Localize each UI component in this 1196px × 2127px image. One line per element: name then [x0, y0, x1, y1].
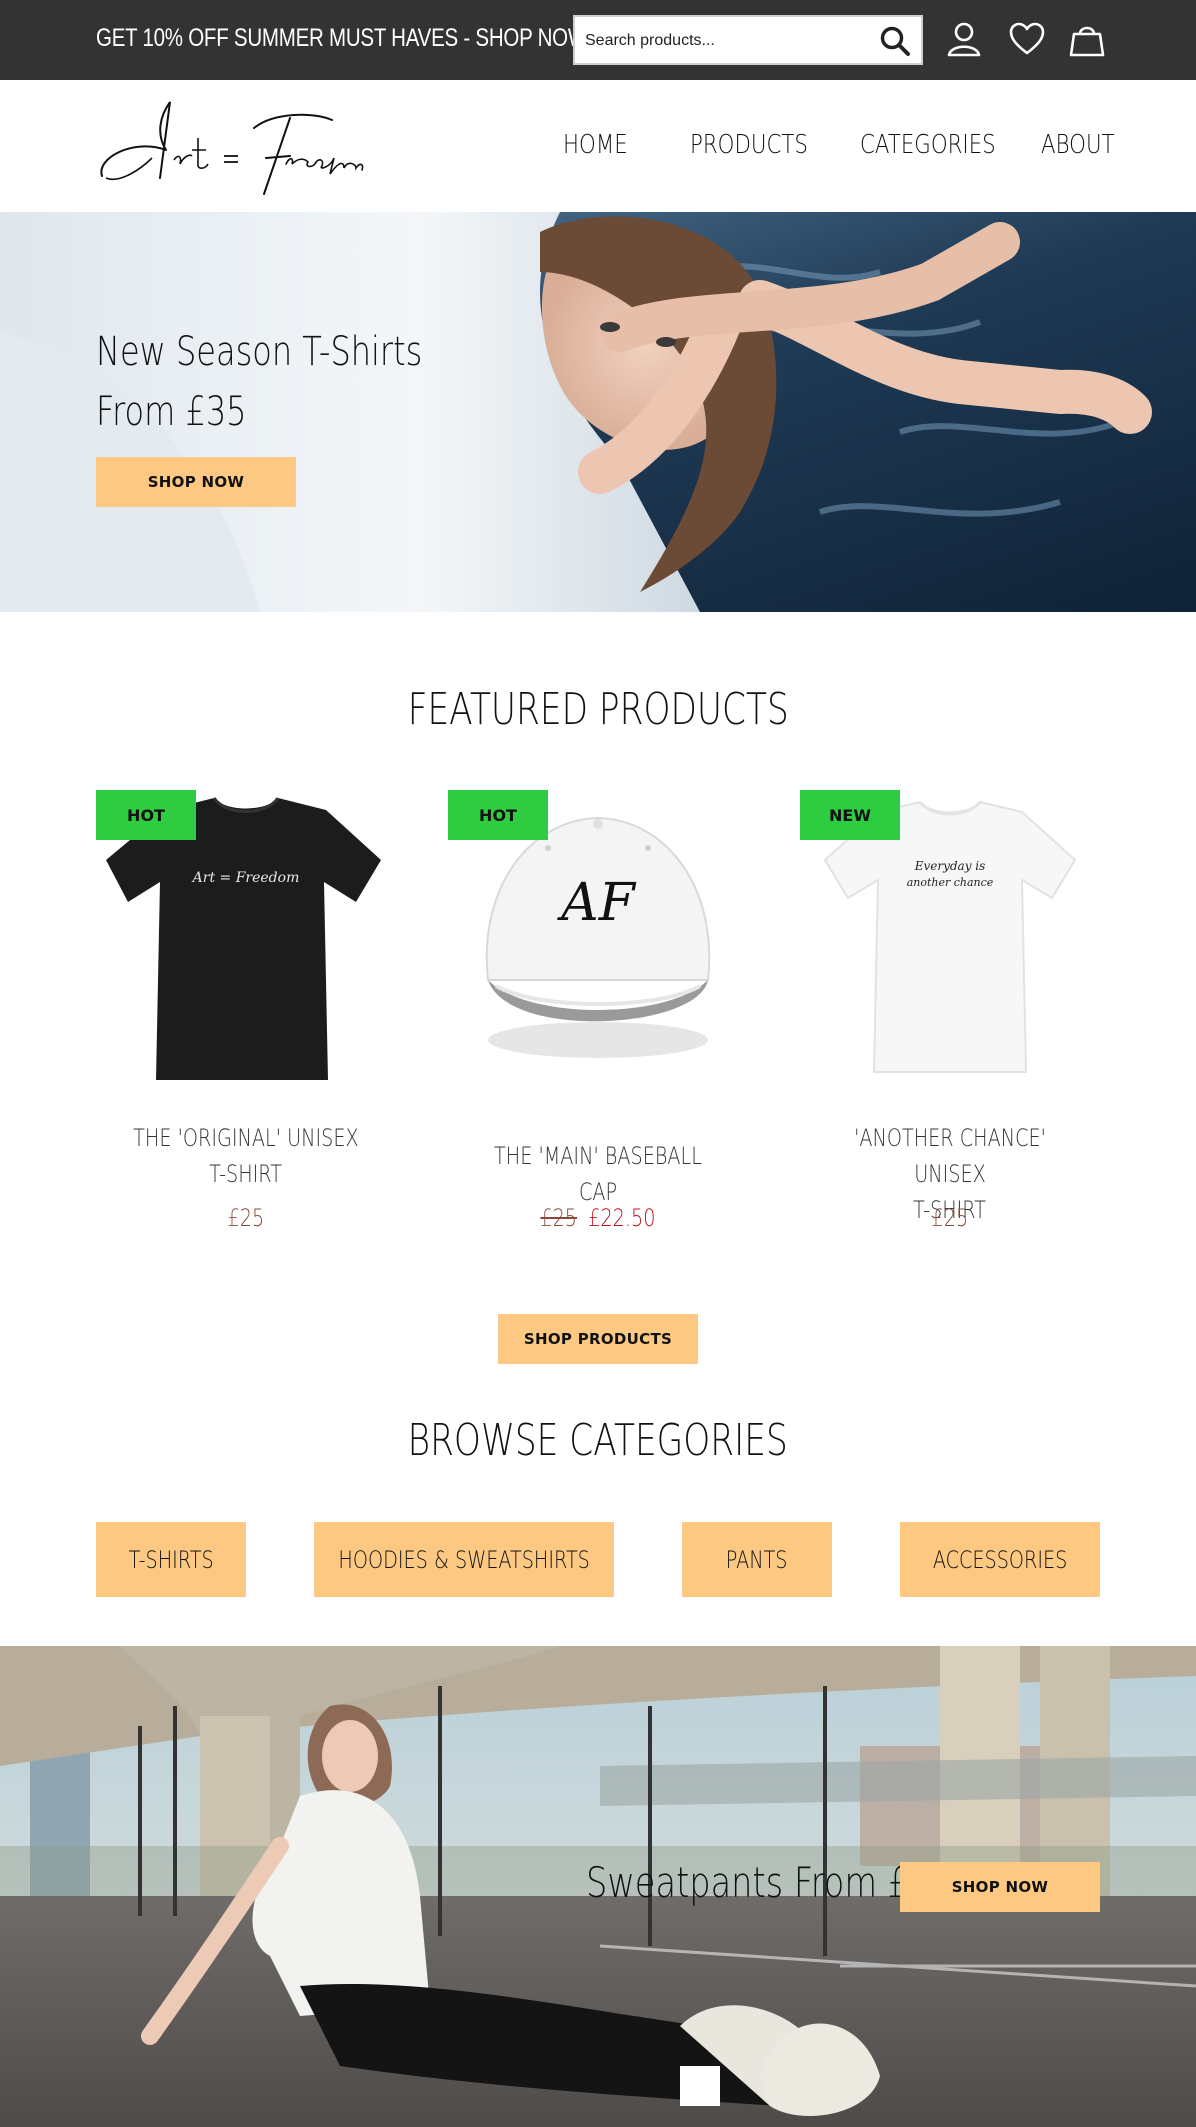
promo-text[interactable]: GET 10% OFF SUMMER MUST HAVES - SHOP NOW… — [96, 24, 593, 53]
category-pants[interactable]: PANTS — [682, 1522, 832, 1597]
sweatpants-banner: Sweatpants From £40 SHOP NOW — [0, 1646, 1196, 2127]
category-label: HOODIES & SWEATSHIRTS — [338, 1545, 590, 1574]
promo-bar: GET 10% OFF SUMMER MUST HAVES - SHOP NOW… — [0, 0, 1196, 80]
category-accessories[interactable]: ACCESSORIES — [900, 1522, 1100, 1597]
hero-title-line2: From £35 — [96, 389, 247, 435]
price-value: £25 — [931, 1204, 969, 1232]
tshirt-print-line1: Everyday is — [914, 859, 986, 873]
cart-bag-icon[interactable] — [1068, 20, 1106, 58]
nav-home[interactable]: HOME — [563, 130, 628, 160]
product-badge: NEW — [800, 790, 900, 840]
nav-categories[interactable]: CATEGORIES — [860, 130, 996, 160]
product-badge: HOT — [96, 790, 196, 840]
browse-categories-heading: BROWSE CATEGORIES — [0, 1415, 1196, 1466]
nav-about[interactable]: ABOUT — [1041, 130, 1115, 160]
category-tshirts[interactable]: T-SHIRTS — [96, 1522, 246, 1597]
product-name-line1: THE 'ORIGINAL' UNISEX — [133, 1124, 359, 1152]
banner-shop-now-button[interactable]: SHOP NOW — [900, 1862, 1100, 1912]
browse-categories-title: BROWSE CATEGORIES — [407, 1415, 789, 1466]
category-label: PANTS — [726, 1545, 788, 1574]
product-card-original-tshirt[interactable]: Art = Freedom HOT THE 'ORIGINAL' UNISEX … — [96, 790, 396, 1250]
shop-products-button[interactable]: SHOP PRODUCTS — [498, 1314, 698, 1364]
featured-products-heading: FEATURED PRODUCTS — [0, 684, 1196, 735]
product-price: £25 — [800, 1204, 1100, 1232]
product-price: £25 — [96, 1204, 396, 1232]
product-name-line1: THE 'MAIN' BASEBALL CAP — [494, 1142, 702, 1206]
hero-banner: New Season T-Shirts From £35 SHOP NOW — [0, 212, 1196, 612]
product-card-another-chance-tshirt[interactable]: Everyday is another chance NEW 'ANOTHER … — [800, 790, 1100, 1250]
product-name[interactable]: THE 'MAIN' BASEBALL CAP — [448, 1138, 748, 1210]
featured-products-title: FEATURED PRODUCTS — [407, 684, 789, 735]
cap-print-text: AF — [557, 873, 637, 933]
product-price: £25 £22.50 — [448, 1204, 748, 1232]
price-value: £25 — [227, 1204, 265, 1232]
category-label: T-SHIRTS — [128, 1545, 214, 1574]
banner-title: Sweatpants From £40 — [586, 1858, 952, 1907]
product-name-line1: 'ANOTHER CHANCE' UNISEX — [854, 1124, 1046, 1188]
account-icon[interactable] — [945, 20, 983, 58]
product-name[interactable]: THE 'ORIGINAL' UNISEX T-SHIRT — [96, 1120, 396, 1192]
hero-title-line1: New Season T-Shirts — [96, 329, 423, 375]
search-box — [573, 15, 923, 65]
product-print-text: Art = Freedom — [191, 870, 300, 886]
original-price: £25 — [540, 1204, 578, 1232]
sale-price: £22.50 — [588, 1204, 656, 1232]
main-navbar: HOME PRODUCTS CATEGORIES ABOUT — [0, 80, 1196, 212]
nav-products[interactable]: PRODUCTS — [690, 130, 808, 160]
brand-logo[interactable] — [94, 98, 366, 198]
product-badge: HOT — [448, 790, 548, 840]
hero-title: New Season T-Shirts From £35 — [96, 322, 422, 442]
search-icon[interactable] — [879, 25, 911, 57]
category-label: ACCESSORIES — [932, 1545, 1068, 1574]
hero-shop-now-button[interactable]: SHOP NOW — [96, 457, 296, 507]
product-name-line2: T-SHIRT — [209, 1160, 283, 1188]
wishlist-heart-icon[interactable] — [1008, 20, 1046, 58]
tshirt-print-line2: another chance — [907, 876, 994, 889]
category-hoodies-sweatshirts[interactable]: HOODIES & SWEATSHIRTS — [314, 1522, 614, 1597]
product-card-baseball-cap[interactable]: AF HOT THE 'MAIN' BASEBALL CAP £25 £22.50 — [448, 790, 748, 1250]
search-input[interactable] — [585, 27, 865, 55]
